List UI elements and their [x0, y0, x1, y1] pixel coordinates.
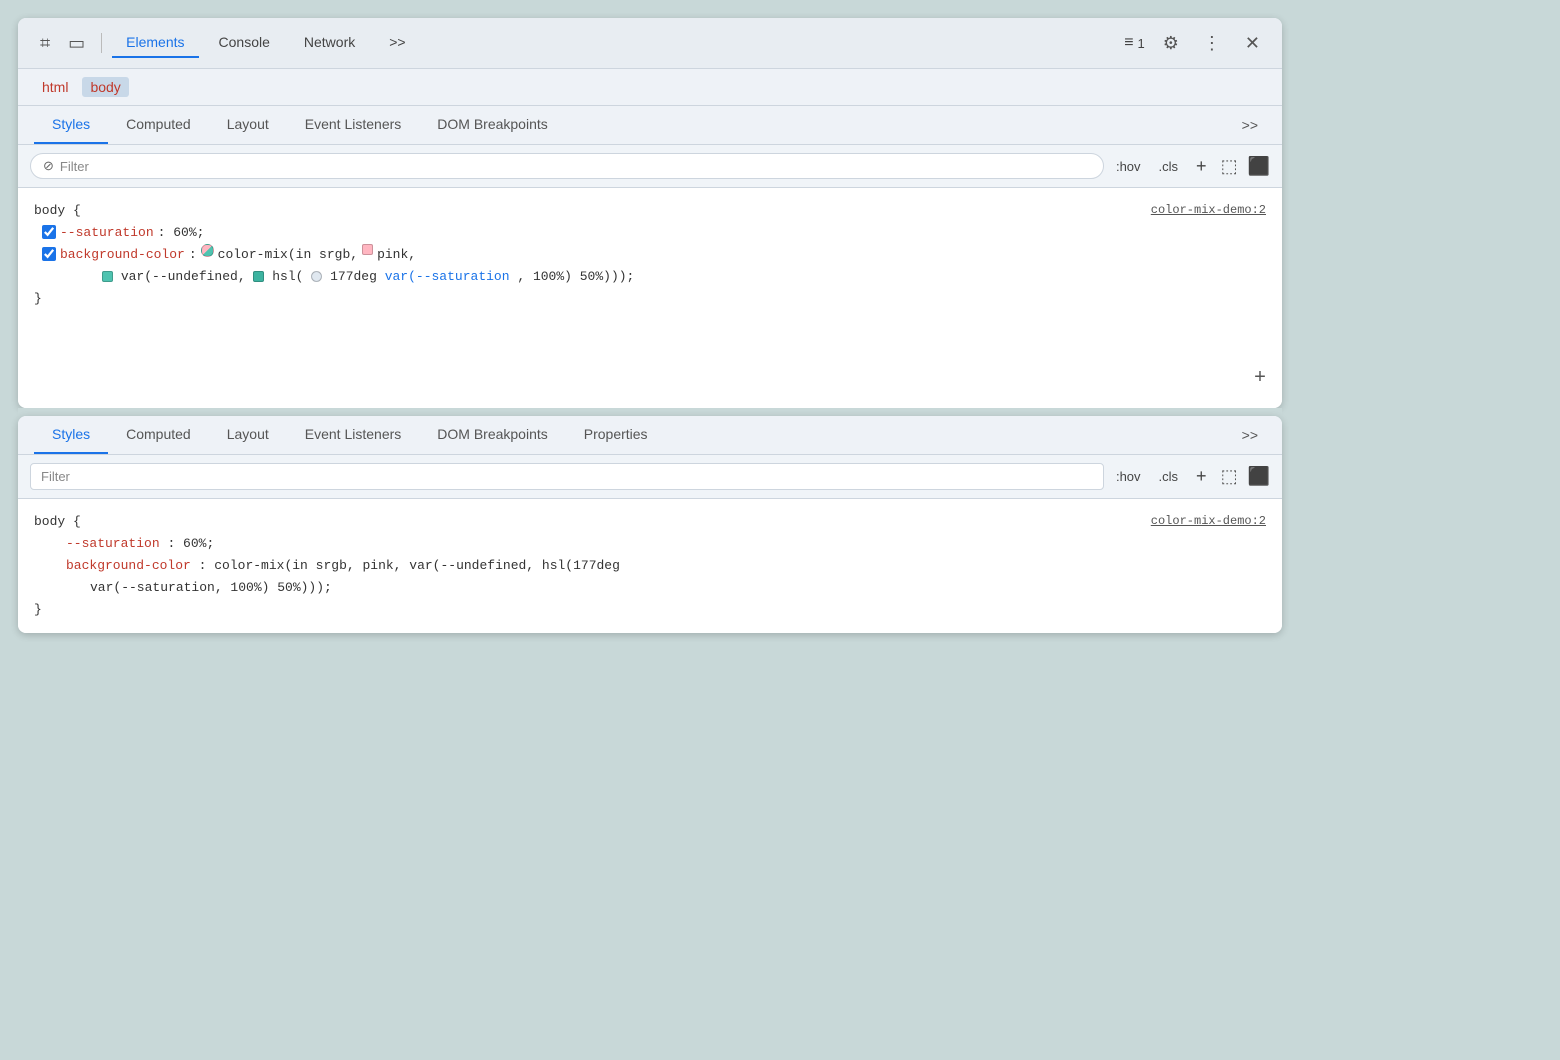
breadcrumb-body[interactable]: body	[82, 77, 128, 97]
copy-styles-icon[interactable]: ⬚	[1221, 156, 1238, 177]
bottom-subtab-more[interactable]: >>	[1234, 417, 1266, 453]
bottom-cls-button[interactable]: .cls	[1155, 467, 1183, 486]
bottom-add-rule-button[interactable]: +	[1192, 464, 1211, 489]
subtab-styles[interactable]: Styles	[34, 106, 108, 144]
inspect-icon[interactable]: ⌗	[34, 29, 56, 58]
css-rule-area: color-mix-demo:2 body { --saturation : 6…	[18, 188, 1282, 408]
breadcrumb: html body	[18, 69, 1282, 106]
add-property-button[interactable]: +	[1254, 362, 1266, 396]
color-mix-swatch[interactable]	[201, 244, 214, 257]
subtab-event-listeners[interactable]: Event Listeners	[287, 106, 420, 144]
hov-button[interactable]: :hov	[1112, 157, 1145, 176]
css-closing-line: }	[34, 288, 1266, 310]
prop-bgcolor-name: background-color	[60, 244, 185, 266]
bottom-prop-bgcolor-line1: background-color : color-mix(in srgb, pi…	[34, 555, 1266, 577]
bottom-subtab-event-listeners[interactable]: Event Listeners	[287, 416, 420, 454]
bottom-prop-bgcolor-line2: var(--saturation, 100%) 50%)));	[34, 577, 1266, 599]
prop-bgcolor-checkbox[interactable]	[42, 247, 56, 261]
filter-actions: :hov .cls + ⬚ ⬛	[1112, 154, 1270, 179]
filter-input-wrap: ⊘	[30, 153, 1104, 179]
tab-console[interactable]: Console	[205, 28, 284, 58]
bottom-prop-bgcolor-value1: : color-mix(in srgb, pink, var(--undefin…	[199, 558, 620, 573]
prop-bgcolor-colon: :	[189, 244, 197, 266]
css-source-link[interactable]: color-mix-demo:2	[1151, 200, 1266, 220]
css-prop-saturation: --saturation : 60%;	[34, 222, 1266, 244]
badge-count: 1	[1138, 36, 1145, 51]
breadcrumb-html[interactable]: html	[34, 77, 76, 97]
bottom-subtab-layout[interactable]: Layout	[209, 416, 287, 454]
settings-icon[interactable]: ⚙	[1157, 29, 1185, 58]
teal-swatch[interactable]	[102, 271, 113, 282]
bottom-hov-button[interactable]: :hov	[1112, 467, 1145, 486]
bottom-copy-styles-icon[interactable]: ⬚	[1221, 466, 1238, 487]
css-prop-bgcolor-line2: var(--undefined, hsl( 177deg var(--satur…	[34, 266, 1266, 288]
console-messages-icon: ≡	[1124, 34, 1133, 52]
bottom-css-closing: }	[34, 602, 42, 617]
devtools-bottom-window: Styles Computed Layout Event Listeners D…	[18, 416, 1282, 633]
bottom-sidebar-toggle-icon[interactable]: ⬛	[1248, 466, 1270, 487]
bottom-prop-bgcolor-value2: var(--saturation, 100%) 50%)));	[90, 580, 332, 595]
bottom-css-selector: body {	[34, 514, 81, 529]
bottom-css-source-link[interactable]: color-mix-demo:2	[1151, 511, 1266, 531]
prop-var-start: var(--undefined,	[121, 269, 254, 284]
device-toggle-icon[interactable]: ▭	[62, 29, 91, 58]
bottom-filter-input[interactable]	[30, 463, 1104, 490]
filter-input[interactable]	[60, 159, 1091, 174]
bottom-filter-actions: :hov .cls + ⬚ ⬛	[1112, 464, 1270, 489]
filter-bar: ⊘ :hov .cls + ⬚ ⬛	[18, 145, 1282, 188]
prop-hsl-deg: 177deg	[330, 269, 385, 284]
notification-badge[interactable]: ≡ 1	[1124, 34, 1145, 52]
sidebar-toggle-icon[interactable]: ⬛	[1248, 156, 1270, 177]
subtab-layout[interactable]: Layout	[209, 106, 287, 144]
bottom-subtab-properties[interactable]: Properties	[566, 416, 666, 454]
prop-hsl-rest: , 100%) 50%)));	[517, 269, 634, 284]
bottom-subtab-dom-breakpoints[interactable]: DOM Breakpoints	[419, 416, 565, 454]
bottom-prop-saturation: --saturation : 60%;	[34, 533, 1266, 555]
toolbar-separator	[101, 33, 102, 53]
toolbar-right: ≡ 1 ⚙ ⋮ ✕	[1124, 29, 1266, 58]
bottom-filter-bar: :hov .cls + ⬚ ⬛	[18, 455, 1282, 499]
bottom-css-rule-area: color-mix-demo:2 body { --saturation : 6…	[18, 499, 1282, 633]
subtab-more[interactable]: >>	[1234, 107, 1266, 143]
devtools-top-window: ⌗ ▭ Elements Console Network >> ≡ 1 ⚙ ⋮ …	[18, 18, 1282, 408]
hsl-circle-swatch[interactable]	[311, 271, 322, 282]
bottom-css-closing-line: }	[34, 599, 1266, 621]
bottom-prop-bgcolor-name: background-color	[66, 558, 191, 573]
prop-saturation-ref: var(--saturation	[385, 269, 510, 284]
more-icon[interactable]: ⋮	[1197, 29, 1227, 58]
css-prop-bgcolor: background-color : color-mix(in srgb, pi…	[34, 244, 1266, 266]
bottom-prop-saturation-value: : 60%;	[167, 536, 214, 551]
prop-bgcolor-fn: color-mix(in srgb,	[218, 244, 358, 266]
prop-saturation-checkbox[interactable]	[42, 225, 56, 239]
prop-saturation-name: --saturation	[60, 222, 154, 244]
pink-swatch[interactable]	[362, 244, 373, 255]
subtab-dom-breakpoints[interactable]: DOM Breakpoints	[419, 106, 565, 144]
css-closing: }	[34, 291, 42, 306]
prop-saturation-value: : 60%;	[158, 222, 205, 244]
tab-more[interactable]: >>	[375, 28, 419, 58]
add-rule-button[interactable]: +	[1192, 154, 1211, 179]
bottom-subtab-styles[interactable]: Styles	[34, 416, 108, 454]
bottom-css-selector-line: body {	[34, 511, 1266, 533]
styles-subtabs: Styles Computed Layout Event Listeners D…	[18, 106, 1282, 145]
close-icon[interactable]: ✕	[1239, 29, 1266, 58]
teal2-swatch[interactable]	[253, 271, 264, 282]
bottom-subtab-computed[interactable]: Computed	[108, 416, 209, 454]
bottom-subtabs: Styles Computed Layout Event Listeners D…	[18, 416, 1282, 455]
subtab-computed[interactable]: Computed	[108, 106, 209, 144]
css-selector: body {	[34, 203, 81, 218]
tab-network[interactable]: Network	[290, 28, 369, 58]
panel-divider	[18, 408, 1282, 416]
toolbar: ⌗ ▭ Elements Console Network >> ≡ 1 ⚙ ⋮ …	[18, 18, 1282, 69]
prop-hsl-start: hsl(	[272, 269, 303, 284]
tab-elements[interactable]: Elements	[112, 28, 198, 58]
cls-button[interactable]: .cls	[1155, 157, 1183, 176]
bottom-prop-saturation-name: --saturation	[66, 536, 160, 551]
filter-icon: ⊘	[43, 158, 54, 174]
prop-pink-label: pink,	[377, 244, 416, 266]
css-selector-line: body {	[34, 200, 1266, 222]
